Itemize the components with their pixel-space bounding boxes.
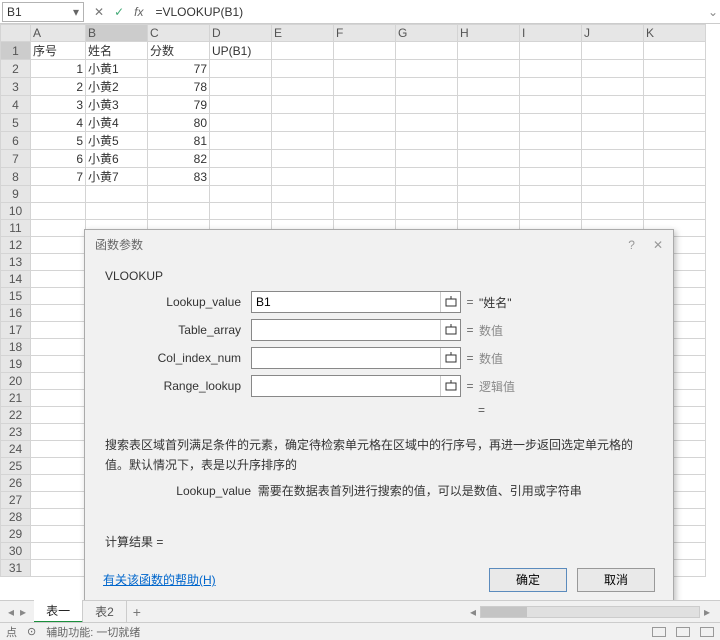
status-bar: 点 ⊙ 辅助功能: 一切就绪 — [0, 622, 720, 640]
page-break-view-icon[interactable] — [700, 627, 714, 637]
cell-selected[interactable]: 姓名 — [86, 42, 148, 60]
table-row: 54小黄480 — [1, 114, 706, 132]
equals-sign: = — [461, 295, 479, 309]
result-equals: = — [103, 403, 655, 417]
cancel-icon[interactable]: ✕ — [94, 5, 104, 19]
col-header[interactable]: E — [272, 25, 334, 42]
dropdown-icon[interactable]: ▾ — [73, 5, 79, 19]
fx-icon[interactable]: fx — [134, 5, 143, 19]
ok-button[interactable]: 确定 — [489, 568, 567, 592]
col-header[interactable]: G — [396, 25, 458, 42]
function-arguments-dialog: 函数参数 ? ✕ VLOOKUP Lookup_value = "姓名" Tab… — [84, 229, 674, 609]
chevron-left-icon[interactable]: ◂ — [8, 605, 14, 619]
arg-result: "姓名" — [479, 294, 512, 311]
col-header[interactable]: B — [86, 25, 148, 42]
page-layout-view-icon[interactable] — [676, 627, 690, 637]
dialog-titlebar[interactable]: 函数参数 ? ✕ — [85, 230, 673, 259]
sheet-tab[interactable]: 表一 — [34, 600, 83, 623]
sheet-nav: ◂ ▸ — [0, 605, 34, 619]
col-header[interactable]: K — [644, 25, 706, 42]
arg-row: Lookup_value = "姓名" — [103, 291, 655, 313]
scroll-thumb[interactable] — [481, 607, 527, 617]
sheet-tab[interactable]: 表2 — [83, 601, 127, 622]
col-header[interactable]: F — [334, 25, 396, 42]
scroll-left-icon[interactable]: ◂ — [466, 605, 480, 619]
status-mode: 点 — [6, 624, 17, 640]
col-index-input[interactable] — [252, 348, 440, 368]
arg-label: Range_lookup — [103, 379, 251, 393]
help-link[interactable]: 有关该函数的帮助(H) — [103, 571, 216, 588]
col-header[interactable]: J — [582, 25, 644, 42]
col-header[interactable]: A — [31, 25, 86, 42]
cell[interactable]: UP(B1) — [210, 42, 272, 60]
add-sheet-button[interactable]: + — [127, 604, 147, 620]
name-box[interactable]: B1 ▾ — [2, 2, 84, 22]
accessibility-icon: ⊙ — [27, 625, 36, 638]
formula-bar: B1 ▾ ✕ ✓ fx =VLOOKUP(B1) ⌄ — [0, 0, 720, 24]
arg-row: Table_array = 数值 — [103, 319, 655, 341]
scroll-right-icon[interactable]: ▸ — [700, 605, 714, 619]
col-header[interactable]: D — [210, 25, 272, 42]
range-lookup-input[interactable] — [252, 376, 440, 396]
select-all-cell[interactable] — [1, 25, 31, 42]
table-row: 43小黄379 — [1, 96, 706, 114]
status-accessibility: 辅助功能: 一切就绪 — [46, 624, 140, 640]
table-row: 21小黄177 — [1, 60, 706, 78]
table-array-input[interactable] — [252, 320, 440, 340]
argument-description: Lookup_value 需要在数据表首列进行搜索的值，可以是数值、引用或字符串 — [103, 482, 655, 499]
function-name: VLOOKUP — [105, 269, 655, 283]
normal-view-icon[interactable] — [652, 627, 666, 637]
dialog-title: 函数参数 — [95, 236, 143, 253]
formula-expand-icon[interactable]: ⌄ — [706, 5, 720, 19]
calculation-result: 计算结果 = — [105, 533, 655, 550]
lookup-value-input[interactable] — [252, 292, 440, 312]
table-row: 87小黄783 — [1, 168, 706, 186]
confirm-icon[interactable]: ✓ — [114, 5, 124, 19]
table-row: 1 序号 姓名 分数 UP(B1) — [1, 42, 706, 60]
arg-result: 数值 — [479, 322, 503, 339]
col-header[interactable]: H — [458, 25, 520, 42]
range-select-icon[interactable] — [440, 320, 460, 340]
arg-label: Col_index_num — [103, 351, 251, 365]
arg-row: Col_index_num = 数值 — [103, 347, 655, 369]
arg-input-wrap — [251, 291, 461, 313]
formula-input[interactable]: =VLOOKUP(B1) — [151, 5, 706, 19]
range-select-icon[interactable] — [440, 348, 460, 368]
arg-label: Table_array — [103, 323, 251, 337]
name-box-value: B1 — [7, 5, 22, 19]
arg-row: Range_lookup = 逻辑值 — [103, 375, 655, 397]
horizontal-scrollbar[interactable]: ◂ ▸ — [147, 605, 720, 619]
cell[interactable]: 分数 — [148, 42, 210, 60]
table-row: 65小黄581 — [1, 132, 706, 150]
arg-result: 数值 — [479, 350, 503, 367]
cell[interactable]: 序号 — [31, 42, 86, 60]
close-icon[interactable]: ✕ — [653, 238, 663, 252]
col-header[interactable]: C — [148, 25, 210, 42]
sheet-tab-bar: ◂ ▸ 表一 表2 + ◂ ▸ — [0, 600, 720, 622]
range-select-icon[interactable] — [440, 292, 460, 312]
scroll-track[interactable] — [480, 606, 700, 618]
range-select-icon[interactable] — [440, 376, 460, 396]
function-description: 搜索表区域首列满足条件的元素，确定待检索单元格在区域中的行序号，再进一步返回选定… — [105, 435, 653, 476]
row-header[interactable]: 1 — [1, 42, 31, 60]
cancel-button[interactable]: 取消 — [577, 568, 655, 592]
help-icon[interactable]: ? — [628, 238, 635, 252]
column-header-row: A B C D E F G H I J K — [1, 25, 706, 42]
arg-label: Lookup_value — [103, 295, 251, 309]
table-row: 76小黄682 — [1, 150, 706, 168]
table-row: 32小黄278 — [1, 78, 706, 96]
arg-result: 逻辑值 — [479, 378, 515, 395]
formula-controls: ✕ ✓ fx — [86, 5, 151, 19]
chevron-right-icon[interactable]: ▸ — [20, 605, 26, 619]
col-header[interactable]: I — [520, 25, 582, 42]
